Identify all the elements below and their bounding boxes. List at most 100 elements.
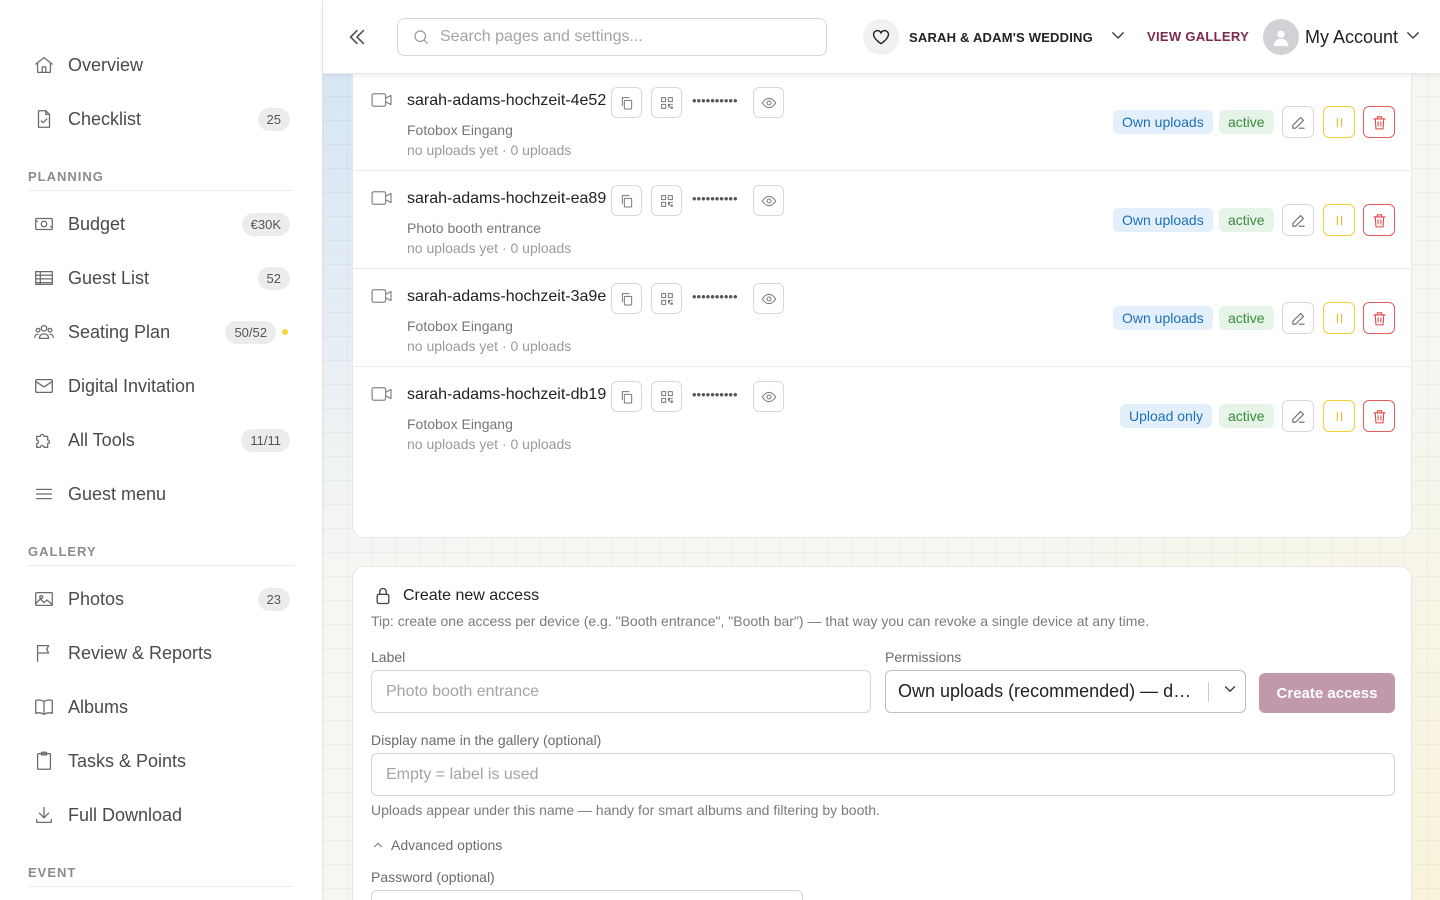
account-menu[interactable]: My Account	[1263, 18, 1422, 56]
sidebar-item-label: Budget	[68, 213, 126, 234]
permissions-field-label: Permissions	[885, 649, 962, 665]
show-password-button[interactable]	[753, 87, 784, 118]
show-password-button[interactable]	[753, 185, 784, 216]
edit-button[interactable]	[1282, 106, 1314, 138]
password-masked: ••••••••••	[692, 191, 738, 206]
qr-code-button[interactable]	[651, 87, 682, 118]
delete-button[interactable]	[1363, 400, 1395, 432]
label-input[interactable]	[371, 670, 871, 713]
permission-badge: Own uploads	[1113, 110, 1213, 134]
advanced-options-toggle[interactable]: Advanced options	[371, 837, 502, 853]
show-password-button[interactable]	[753, 283, 784, 314]
copy-icon	[621, 194, 632, 207]
sidebar-item-tasks-points[interactable]: Tasks & Points	[22, 739, 298, 783]
qr-code-button[interactable]	[651, 381, 682, 412]
sidebar-item-seating-plan[interactable]: Seating Plan 50/52	[22, 310, 298, 354]
edit-button[interactable]	[1282, 302, 1314, 334]
count-badge: 11/11	[241, 428, 290, 452]
trash-icon	[1372, 409, 1386, 423]
qr-code-button[interactable]	[651, 283, 682, 314]
pause-icon	[1336, 117, 1342, 127]
delete-button[interactable]	[1363, 106, 1395, 138]
sidebar-item-all-tools[interactable]: All Tools 11/11	[22, 418, 298, 462]
edit-icon	[1291, 410, 1305, 423]
image-icon	[32, 587, 56, 611]
display-name-input[interactable]	[371, 753, 1395, 796]
delete-button[interactable]	[1363, 302, 1395, 334]
access-stats: no uploads yet · 0 uploads	[407, 338, 572, 354]
qr-code-icon	[660, 96, 673, 109]
status-badge: active	[1219, 306, 1274, 330]
pause-button[interactable]	[1323, 302, 1355, 334]
copy-icon	[621, 292, 632, 305]
section-heading-event: EVENT	[28, 865, 294, 887]
access-slug: sarah-adams-hochzeit-db19	[407, 386, 607, 403]
edit-button[interactable]	[1282, 204, 1314, 236]
sidebar-item-albums[interactable]: Albums	[22, 685, 298, 729]
copy-link-button[interactable]	[611, 185, 642, 216]
sidebar-item-checklist[interactable]: Checklist 25	[22, 97, 298, 141]
count-badge: 23	[257, 587, 290, 611]
download-icon	[32, 803, 56, 827]
status-badge: active	[1219, 208, 1274, 232]
search-box[interactable]	[397, 18, 827, 56]
sidebar-item-label: Seating Plan	[68, 321, 171, 342]
sidebar-item-guest-menu[interactable]: Guest menu	[22, 472, 298, 516]
create-access-title: Create new access	[403, 587, 540, 604]
pause-button[interactable]	[1323, 204, 1355, 236]
collapse-sidebar-button[interactable]	[343, 22, 371, 52]
access-slug: sarah-adams-hochzeit-3a9e	[407, 288, 607, 305]
show-password-button[interactable]	[753, 381, 784, 412]
sidebar-item-label: Guest menu	[68, 483, 167, 504]
sidebar-item-guest-list[interactable]: Guest List 52	[22, 256, 298, 300]
permission-badge: Own uploads	[1113, 306, 1213, 330]
create-access-button[interactable]: Create access	[1259, 673, 1395, 713]
video-camera-icon	[371, 91, 393, 109]
book-icon	[32, 695, 56, 719]
create-access-form: Create new access Tip: create one access…	[352, 566, 1412, 900]
create-access-tip: Tip: create one access per device (e.g. …	[371, 613, 1150, 629]
access-stats: no uploads yet · 0 uploads	[407, 142, 572, 158]
sidebar-item-full-download[interactable]: Full Download	[22, 793, 298, 837]
password-masked: ••••••••••	[692, 93, 738, 108]
access-label: Photo booth entrance	[407, 220, 541, 236]
password-masked: ••••••••••	[692, 289, 738, 304]
sidebar-item-overview[interactable]: Overview	[22, 43, 298, 87]
password-input[interactable]	[371, 890, 803, 900]
video-camera-icon	[371, 385, 393, 403]
pause-button[interactable]	[1323, 400, 1355, 432]
pause-icon	[1336, 313, 1342, 323]
edit-button[interactable]	[1282, 400, 1314, 432]
search-icon	[414, 30, 429, 45]
event-selector[interactable]: SARAH & ADAM'S WEDDING	[863, 18, 1127, 56]
copy-link-button[interactable]	[611, 283, 642, 314]
clipboard-icon	[32, 749, 56, 773]
chevron-down-icon	[1221, 680, 1239, 703]
section-heading-gallery: GALLERY	[28, 544, 294, 566]
sidebar-item-photos[interactable]: Photos 23	[22, 577, 298, 621]
access-label: Fotobox Eingang	[407, 318, 513, 334]
sidebar-item-review-reports[interactable]: Review & Reports	[22, 631, 298, 675]
qr-code-icon	[660, 194, 673, 207]
delete-button[interactable]	[1363, 204, 1395, 236]
sidebar-item-label: Full Download	[68, 804, 183, 825]
sidebar-item-budget[interactable]: Budget €30K	[22, 202, 298, 246]
status-badge: active	[1219, 404, 1274, 428]
lock-icon	[373, 585, 393, 607]
qr-code-button[interactable]	[651, 185, 682, 216]
money-icon	[32, 212, 56, 236]
sidebar-item-label: Albums	[68, 696, 129, 717]
copy-link-button[interactable]	[611, 381, 642, 412]
sidebar-item-digital-invitation[interactable]: Digital Invitation	[22, 364, 298, 408]
view-gallery-link[interactable]: VIEW GALLERY	[1147, 29, 1249, 44]
permissions-select[interactable]: Own uploads (recommended) — de...	[885, 670, 1246, 713]
search-input[interactable]	[440, 28, 810, 46]
pause-button[interactable]	[1323, 106, 1355, 138]
access-label: Fotobox Eingang	[407, 122, 513, 138]
eye-icon	[761, 97, 776, 108]
status-badge: active	[1219, 110, 1274, 134]
copy-link-button[interactable]	[611, 87, 642, 118]
permission-badge: Own uploads	[1113, 208, 1213, 232]
copy-icon	[621, 390, 632, 403]
event-name: SARAH & ADAM'S WEDDING	[909, 29, 1093, 45]
